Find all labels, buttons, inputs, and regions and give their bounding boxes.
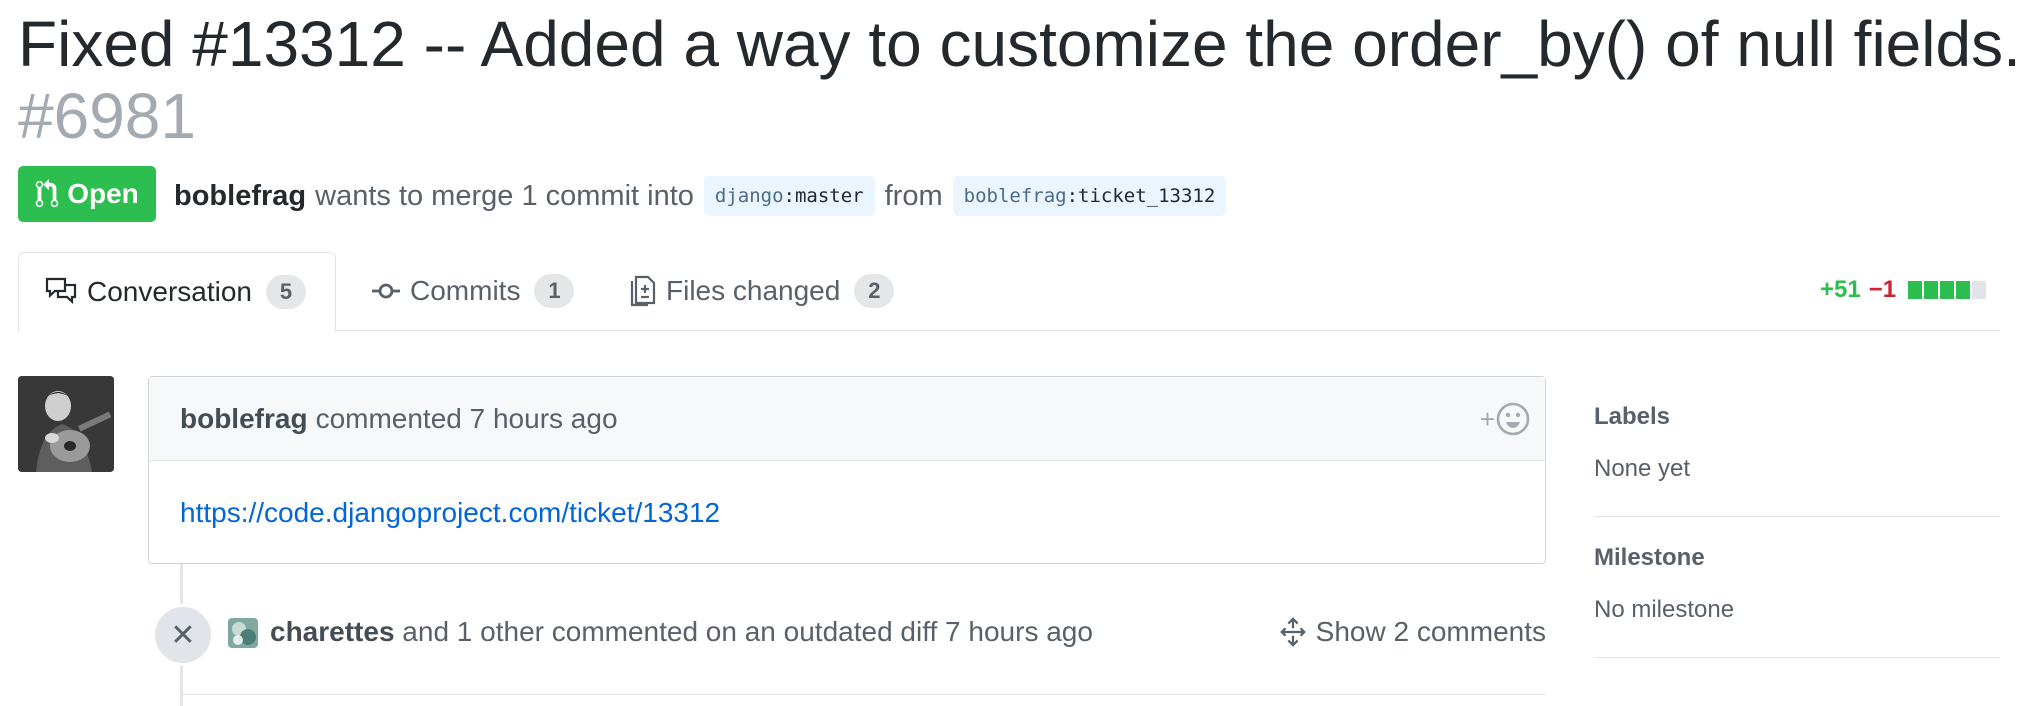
base-repo: django xyxy=(714,185,784,207)
file-diff-icon xyxy=(630,275,656,307)
pr-author-link[interactable]: boblefrag xyxy=(174,176,306,216)
comment-discussion-icon xyxy=(45,277,77,305)
labels-heading: Labels xyxy=(1594,403,1671,430)
state-label: Open xyxy=(67,178,139,209)
pr-meta: boblefrag wants to merge 1 commit into d… xyxy=(174,176,1236,216)
tab-files-changed[interactable]: Files changed 2 xyxy=(604,252,920,330)
tab-commits-count: 1 xyxy=(534,274,575,308)
add-reaction-button[interactable]: + xyxy=(1480,401,1531,437)
plus-icon: + xyxy=(1479,403,1495,434)
from-text: from xyxy=(884,180,943,212)
diffstat-deletions: −1 xyxy=(1868,276,1897,303)
show-comments-button[interactable]: Show 2 comments xyxy=(1278,612,1546,652)
merge-text: wants to merge 1 commit into xyxy=(315,180,694,212)
comment-author[interactable]: boblefrag xyxy=(180,403,308,435)
event-text: charettes and 1 other commented on an ou… xyxy=(270,612,1093,652)
unfold-icon xyxy=(1279,617,1306,647)
head-branch-name: ticket_13312 xyxy=(1078,185,1216,207)
milestone-heading: Milestone xyxy=(1594,544,1705,571)
sidebar-labels: Labels None yet xyxy=(1594,376,2000,517)
diffstat-block xyxy=(1940,281,1955,299)
diffstat-block xyxy=(1972,281,1987,299)
comment-box: boblefrag commented 7 hours ago + https:… xyxy=(148,376,1546,564)
avatar-image xyxy=(228,618,258,648)
base-branch[interactable]: django:master xyxy=(703,176,875,216)
comment-body: https://code.djangoproject.com/ticket/13… xyxy=(149,461,1545,565)
tab-files-label: Files changed xyxy=(666,275,841,306)
sidebar: Labels None yet Milestone No milestone xyxy=(1594,376,2000,658)
diffstat-blocks xyxy=(1908,281,1987,299)
event-author[interactable]: charettes xyxy=(270,616,395,647)
diffstat[interactable]: +51 −1 xyxy=(1820,276,1987,304)
event-author-avatar[interactable] xyxy=(228,618,258,648)
pr-title: Fixed #13312 -- Added a way to customize… xyxy=(18,8,2018,80)
comment-header: boblefrag commented 7 hours ago xyxy=(149,377,1545,461)
git-pull-request-icon xyxy=(35,179,59,208)
ticket-link[interactable]: https://code.djangoproject.com/ticket/13… xyxy=(180,497,720,528)
tab-conversation[interactable]: Conversation 5 xyxy=(18,252,336,332)
head-branch[interactable]: boblefrag:ticket_13312 xyxy=(952,176,1227,216)
labels-value: None yet xyxy=(1594,455,1691,482)
tab-commits-label: Commits xyxy=(410,275,521,306)
avatar-image xyxy=(18,376,114,472)
git-commit-icon xyxy=(372,283,400,299)
diffstat-block xyxy=(1908,281,1923,299)
tab-conversation-label: Conversation xyxy=(87,276,252,307)
sidebar-milestone: Milestone No milestone xyxy=(1594,517,2000,658)
x-icon: ✕ xyxy=(152,604,214,666)
avatar[interactable] xyxy=(18,376,114,472)
smiley-icon xyxy=(1496,402,1530,436)
comment-timestamp[interactable]: commented 7 hours ago xyxy=(316,403,618,435)
tab-commits[interactable]: Commits 1 xyxy=(346,252,600,330)
head-repo: boblefrag xyxy=(963,185,1067,207)
milestone-value: No milestone xyxy=(1594,596,1735,623)
state-badge: Open xyxy=(18,166,156,222)
event-divider xyxy=(180,694,1546,695)
show-comments-label: Show 2 comments xyxy=(1315,616,1546,647)
tab-conversation-count: 5 xyxy=(265,275,306,309)
tab-files-count: 2 xyxy=(854,274,895,308)
event-description: and 1 other commented on an outdated dif… xyxy=(394,616,1093,647)
pr-number: #6981 xyxy=(18,80,196,152)
diffstat-block xyxy=(1924,281,1939,299)
base-branch-name: master xyxy=(794,185,864,207)
diffstat-block xyxy=(1956,281,1971,299)
diffstat-additions: +51 xyxy=(1820,276,1861,303)
